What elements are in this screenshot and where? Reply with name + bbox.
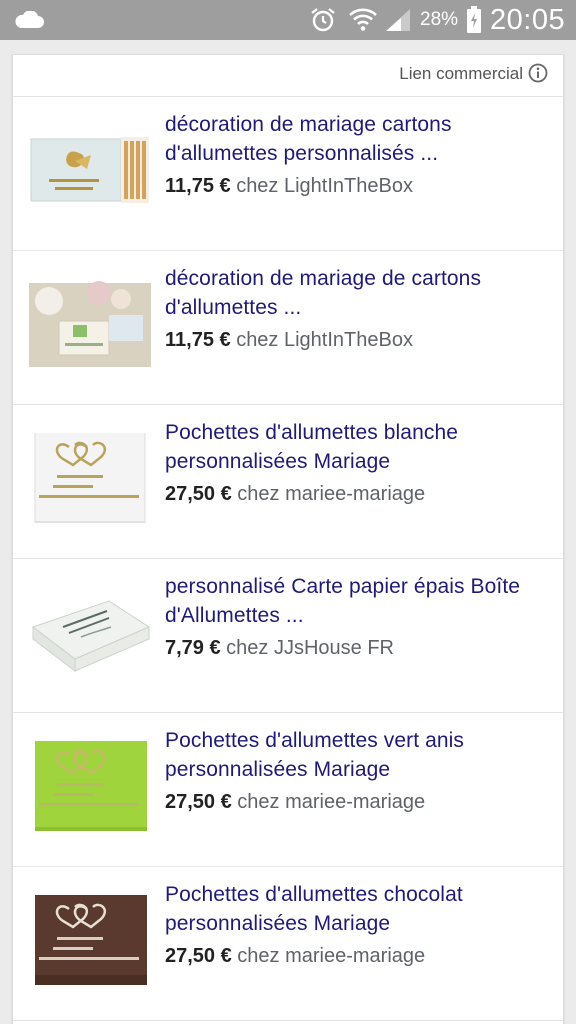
price: 27,50 €: [165, 791, 232, 813]
seller: chez mariee-mariage: [237, 791, 426, 813]
seller: chez mariee-mariage: [237, 945, 426, 967]
shopping-ads-card: Lien commercial décoration de mariage ca…: [12, 54, 564, 1024]
product-image[interactable]: [29, 587, 151, 677]
seller: chez LightInTheBox: [236, 175, 413, 197]
seller: chez LightInTheBox: [236, 329, 413, 351]
wifi-icon: [349, 8, 377, 31]
product-image[interactable]: [29, 895, 151, 985]
seller: chez mariee-mariage: [237, 483, 426, 505]
list-item[interactable]: décoration de mariage cartons d'allumett…: [13, 97, 563, 251]
price-row: 27,50 € chez mariee-mariage: [165, 790, 425, 814]
product-title-link[interactable]: décoration de mariage cartons d'allumett…: [165, 110, 555, 168]
price-row: 27,50 € chez mariee-mariage: [165, 482, 425, 506]
alarm-icon: [311, 8, 335, 32]
ad-header: Lien commercial: [13, 55, 563, 97]
product-image[interactable]: [29, 125, 151, 215]
product-image[interactable]: [29, 741, 151, 831]
product-title-link[interactable]: Pochettes d'allumettes chocolat personna…: [165, 880, 555, 938]
price-row: 27,50 € chez mariee-mariage: [165, 944, 425, 968]
price-row: 11,75 € chez LightInTheBox: [165, 174, 413, 198]
list-item[interactable]: décoration de mariage de cartons d'allum…: [13, 251, 563, 405]
product-image[interactable]: [29, 279, 151, 369]
product-title-link[interactable]: Pochettes d'allumettes blanche personnal…: [165, 418, 555, 476]
product-image[interactable]: [29, 433, 151, 523]
list-item[interactable]: personnalisé Carte papier épais Boîte d'…: [13, 559, 563, 713]
list-item[interactable]: Pochettes d'allumettes blanche personnal…: [13, 405, 563, 559]
list-item[interactable]: Pochettes d'allumettes vert anis personn…: [13, 713, 563, 867]
info-icon[interactable]: [528, 63, 548, 83]
battery-charging-icon: [467, 6, 481, 33]
cloud-icon: [15, 11, 44, 28]
clock: 20:05: [490, 4, 566, 36]
seller: chez JJsHouse FR: [226, 637, 395, 659]
price: 11,75 €: [165, 175, 231, 197]
price-row: 7,79 € chez JJsHouse FR: [165, 636, 394, 660]
price: 11,75 €: [165, 329, 231, 351]
product-title-link[interactable]: décoration de mariage de cartons d'allum…: [165, 264, 555, 322]
product-title-link[interactable]: Pochettes d'allumettes vert anis personn…: [165, 726, 555, 784]
sponsored-label: Lien commercial: [399, 64, 523, 83]
price: 7,79 €: [165, 637, 221, 659]
list-item[interactable]: Pochettes d'allumettes chocolat personna…: [13, 867, 563, 1021]
battery-percent: 28%: [420, 9, 459, 30]
price: 27,50 €: [165, 483, 232, 505]
price: 27,50 €: [165, 945, 232, 967]
product-title-link[interactable]: personnalisé Carte papier épais Boîte d'…: [165, 572, 555, 630]
price-row: 11,75 € chez LightInTheBox: [165, 328, 413, 352]
status-bar: 28% 20:05: [0, 0, 576, 40]
signal-icon: [386, 9, 410, 31]
